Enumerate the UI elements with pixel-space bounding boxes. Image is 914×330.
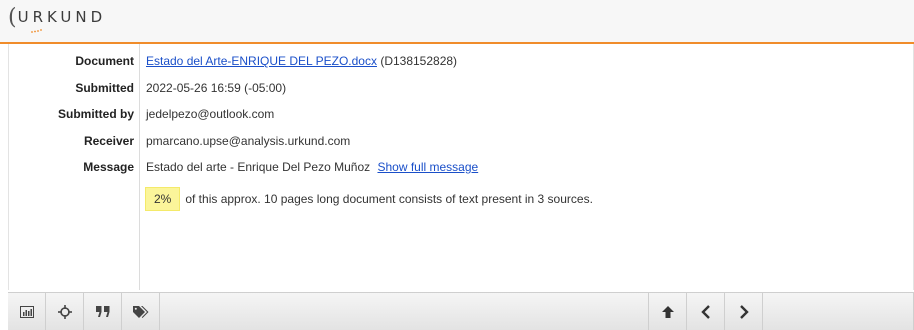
- quotes-button[interactable]: [84, 293, 122, 330]
- report-details: Document Estado del Arte-ENRIQUE DEL PEZ…: [8, 44, 914, 290]
- submitted-by-row: Submitted by jedelpezo@outlook.com: [9, 104, 274, 124]
- similarity-percent-badge: 2%: [145, 187, 181, 211]
- document-value: Estado del Arte-ENRIQUE DEL PEZO.docx (D…: [146, 54, 457, 68]
- urkund-report-window: ( URKUND Document Estado del Arte-ENRIQU…: [0, 0, 914, 330]
- statistics-button[interactable]: [8, 293, 46, 330]
- receiver-value: pmarcano.upse@analysis.urkund.com: [146, 134, 351, 148]
- chevron-right-icon: [739, 304, 749, 319]
- message-label: Message: [83, 160, 134, 174]
- receiver-label: Receiver: [83, 134, 134, 148]
- message-row: Message Estado del arte - Enrique Del Pe…: [9, 157, 478, 177]
- header-bar: ( URKUND: [0, 0, 914, 44]
- message-text: Estado del arte - Enrique Del Pezo Muñoz: [146, 160, 371, 174]
- submitted-by-value: jedelpezo@outlook.com: [146, 107, 275, 121]
- scroll-up-button[interactable]: [649, 293, 687, 330]
- document-id: (D138152828): [380, 54, 458, 68]
- logo-dots-icon: [31, 29, 42, 33]
- logo-text: URKUND: [17, 8, 107, 26]
- document-label: Document: [75, 54, 134, 68]
- submitted-label: Submitted: [75, 81, 134, 95]
- crosshair-icon: [57, 304, 72, 319]
- chevron-left-icon: [700, 304, 710, 319]
- document-link[interactable]: Estado del Arte-ENRIQUE DEL PEZO.docx: [146, 54, 377, 68]
- logo-bracket: (: [8, 5, 17, 30]
- bottom-toolbar: [8, 292, 914, 330]
- tags-icon: [132, 305, 148, 318]
- bar-chart-icon: [19, 305, 34, 318]
- show-full-message-link[interactable]: Show full message: [377, 160, 478, 174]
- navigate-button[interactable]: [46, 293, 84, 330]
- submitted-value: 2022-05-26 16:59 (-05:00): [146, 81, 287, 95]
- similarity-summary: 2% of this approx. 10 pages long documen…: [145, 187, 593, 211]
- toolbar-right-gap: [763, 293, 914, 330]
- toolbar-spacer: [160, 293, 649, 330]
- document-row: Document Estado del Arte-ENRIQUE DEL PEZ…: [9, 51, 457, 71]
- submitted-row: Submitted 2022-05-26 16:59 (-05:00): [9, 78, 286, 98]
- quote-icon: [95, 305, 109, 317]
- receiver-row: Receiver pmarcano.upse@analysis.urkund.c…: [9, 131, 350, 151]
- tags-button[interactable]: [122, 293, 160, 330]
- urkund-logo: ( URKUND: [8, 7, 106, 37]
- next-button[interactable]: [725, 293, 763, 330]
- message-value: Estado del arte - Enrique Del Pezo Muñoz…: [146, 160, 478, 174]
- previous-button[interactable]: [687, 293, 725, 330]
- similarity-summary-text: of this approx. 10 pages long document c…: [185, 192, 593, 206]
- submitted-by-label: Submitted by: [57, 107, 134, 121]
- arrow-up-icon: [661, 305, 674, 318]
